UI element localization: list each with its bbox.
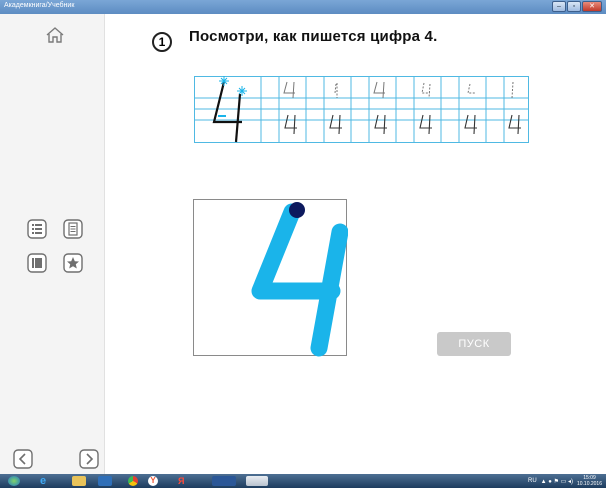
close-button[interactable]: ✕ — [582, 1, 602, 12]
exercise-instruction: Посмотри, как пишется цифра 4. — [189, 28, 438, 45]
minimize-button[interactable]: – — [552, 1, 566, 12]
prev-page-button[interactable] — [12, 448, 34, 470]
contents-button[interactable] — [26, 218, 48, 240]
favorites-button[interactable] — [62, 252, 84, 274]
handwriting-grid — [194, 76, 529, 143]
page-button[interactable] — [62, 218, 84, 240]
internet-explorer-icon[interactable]: e — [40, 476, 54, 487]
arrow-right-icon — [79, 449, 99, 469]
window-titlebar[interactable]: Академкнига/Учебник – ▫ ✕ — [0, 0, 606, 14]
system-tray: RU ▲ ● ⚑ ▭ ◂) 15:09 10.10.2016 — [528, 475, 602, 487]
bookmark-button[interactable] — [26, 252, 48, 274]
file-explorer-icon[interactable] — [72, 476, 86, 486]
home-button[interactable] — [44, 24, 66, 46]
arrow-left-icon — [13, 449, 33, 469]
clock-date: 10.10.2016 — [576, 481, 602, 487]
tracing-area[interactable] — [193, 199, 349, 357]
yandex-icon[interactable]: Я — [178, 476, 188, 486]
tray-icons: ▲ ● ⚑ ▭ ◂) — [540, 478, 573, 485]
restore-button[interactable]: ▫ — [567, 1, 581, 12]
play-button[interactable]: ПУСК — [437, 332, 511, 356]
next-page-button[interactable] — [78, 448, 100, 470]
taskbar: e Y Я RU ▲ ● ⚑ ▭ ◂) 15:09 10.10.2016 — [0, 474, 606, 488]
home-icon — [46, 27, 64, 43]
word-icon[interactable] — [212, 476, 236, 486]
yandex-browser-icon[interactable]: Y — [148, 476, 158, 486]
tracing-digit — [251, 202, 349, 357]
book-icon — [27, 253, 47, 273]
language-indicator[interactable]: RU — [528, 478, 537, 484]
sidebar — [0, 14, 105, 474]
star-icon — [63, 253, 83, 273]
document-icon — [63, 219, 83, 239]
window-title: Академкнига/Учебник — [4, 2, 75, 9]
start-point — [289, 202, 305, 218]
start-orb-icon[interactable] — [8, 476, 20, 486]
chrome-icon[interactable] — [128, 476, 138, 486]
exercise-number: 1 — [152, 32, 172, 52]
list-icon — [27, 219, 47, 239]
media-player-icon[interactable] — [98, 476, 112, 486]
window-controls: – ▫ ✕ — [552, 1, 602, 12]
clock[interactable]: 15:09 10.10.2016 — [577, 475, 602, 487]
app-icon[interactable] — [246, 476, 268, 486]
